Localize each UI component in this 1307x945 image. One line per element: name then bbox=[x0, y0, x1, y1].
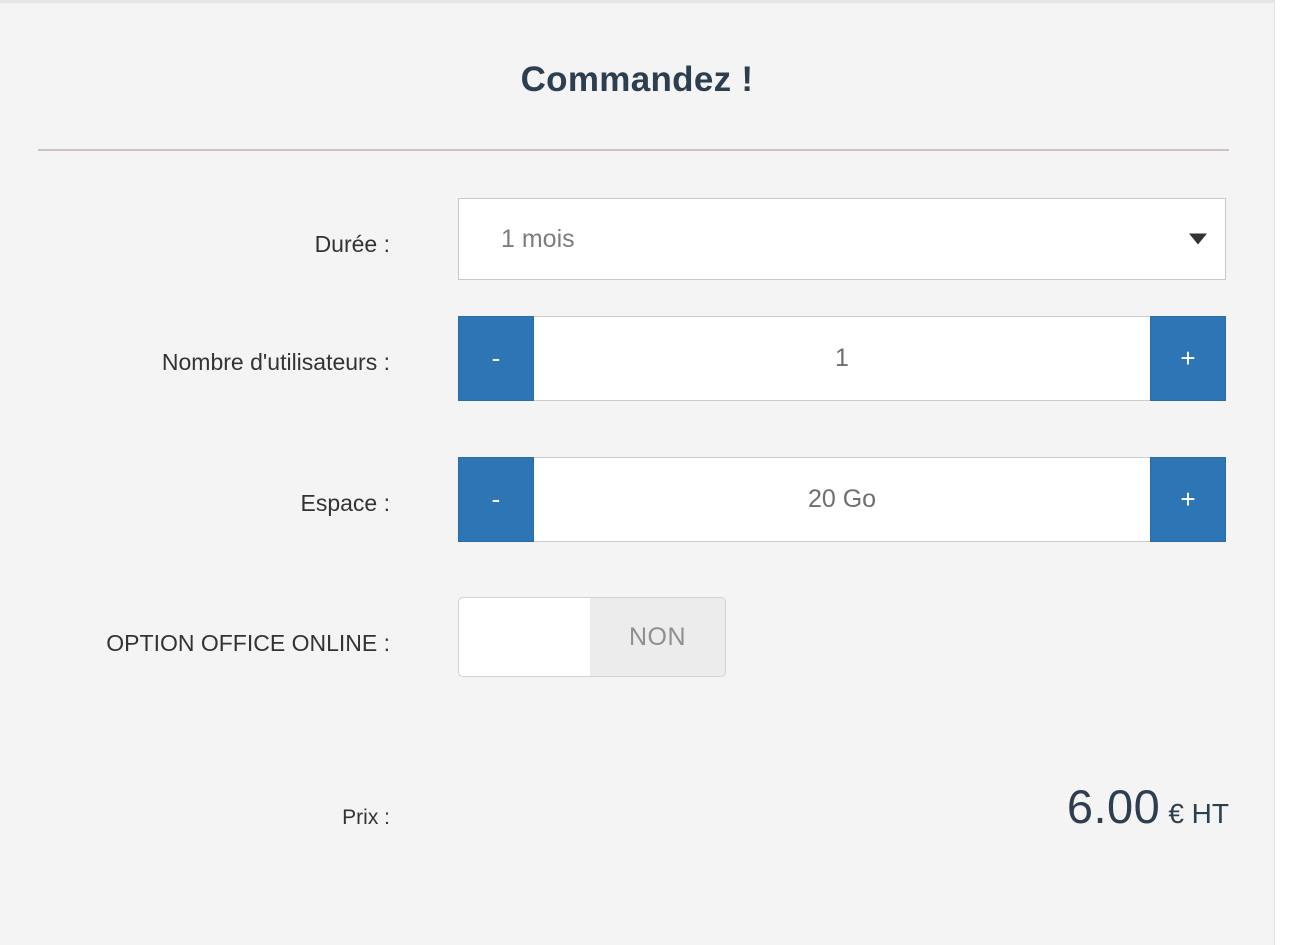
form-row-users: Nombre d'utilisateurs : - 1 + bbox=[0, 316, 1275, 457]
space-increment-button[interactable]: + bbox=[1150, 457, 1226, 542]
space-stepper: - 20 Go + bbox=[458, 457, 1226, 542]
duration-select[interactable]: 1 mois bbox=[458, 198, 1226, 280]
form-row-office-option: OPTION OFFICE ONLINE : NON bbox=[0, 597, 1275, 779]
duration-select-value: 1 mois bbox=[501, 225, 575, 253]
label-duration: Durée : bbox=[314, 231, 390, 257]
title-divider bbox=[38, 149, 1229, 151]
form-row-space: Espace : - 20 Go + bbox=[0, 457, 1275, 597]
order-form: Durée : 1 mois Nombre d'utilisateurs : -… bbox=[0, 198, 1275, 869]
chevron-down-icon bbox=[1189, 233, 1207, 245]
users-value-input[interactable]: 1 bbox=[534, 316, 1150, 401]
toggle-knob bbox=[459, 598, 590, 676]
form-row-price: Prix : 6.00 € HT bbox=[0, 779, 1275, 869]
order-panel: Commandez ! Durée : 1 mois Nombre d'util… bbox=[0, 0, 1275, 945]
control-space: - 20 Go + bbox=[390, 457, 1275, 542]
space-decrement-button[interactable]: - bbox=[458, 457, 534, 542]
form-row-duration: Durée : 1 mois bbox=[0, 198, 1275, 316]
space-value-input[interactable]: 20 Go bbox=[534, 457, 1150, 542]
screen: Commandez ! Durée : 1 mois Nombre d'util… bbox=[0, 0, 1307, 945]
price-value: 6.00 € HT bbox=[390, 779, 1275, 834]
label-space: Espace : bbox=[300, 490, 391, 516]
toggle-state-label: NON bbox=[628, 622, 687, 651]
control-duration: 1 mois bbox=[390, 198, 1275, 280]
control-users: - 1 + bbox=[390, 316, 1275, 401]
price-amount: 6.00 bbox=[1066, 780, 1161, 833]
users-increment-button[interactable]: + bbox=[1150, 316, 1226, 401]
control-office-option: NON bbox=[390, 597, 1275, 677]
users-decrement-button[interactable]: - bbox=[458, 316, 534, 401]
office-option-toggle[interactable]: NON bbox=[458, 597, 726, 677]
page-title: Commandez ! bbox=[520, 60, 754, 99]
users-stepper: - 1 + bbox=[458, 316, 1226, 401]
label-price: Prix : bbox=[342, 806, 390, 829]
label-office-option: OPTION OFFICE ONLINE : bbox=[106, 630, 390, 656]
price-currency: € HT bbox=[1168, 798, 1229, 829]
label-users: Nombre d'utilisateurs : bbox=[161, 349, 390, 375]
